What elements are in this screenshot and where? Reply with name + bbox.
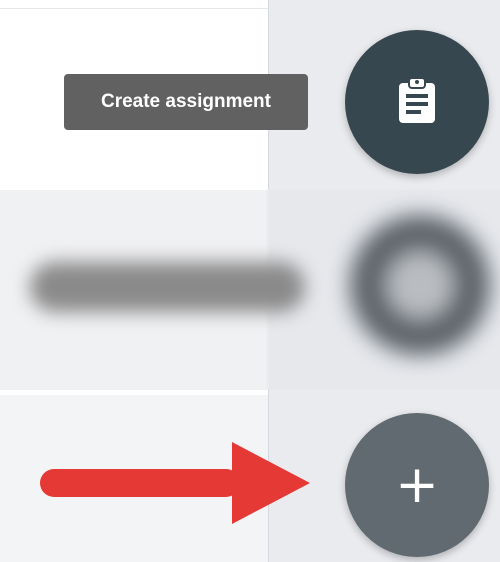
screenshot-root: Create assignment + bbox=[0, 0, 500, 562]
create-assignment-tooltip: Create assignment bbox=[64, 74, 308, 130]
tooltip-label: Create assignment bbox=[100, 91, 271, 112]
red-arrow-icon bbox=[40, 442, 310, 524]
create-assignment-button[interactable] bbox=[345, 30, 489, 174]
add-button[interactable]: + bbox=[345, 413, 489, 557]
divider bbox=[0, 8, 268, 9]
blurred-fab bbox=[350, 215, 490, 355]
clipboard-icon bbox=[397, 76, 437, 129]
plus-icon: + bbox=[395, 455, 439, 515]
blurred-tooltip bbox=[30, 262, 305, 312]
